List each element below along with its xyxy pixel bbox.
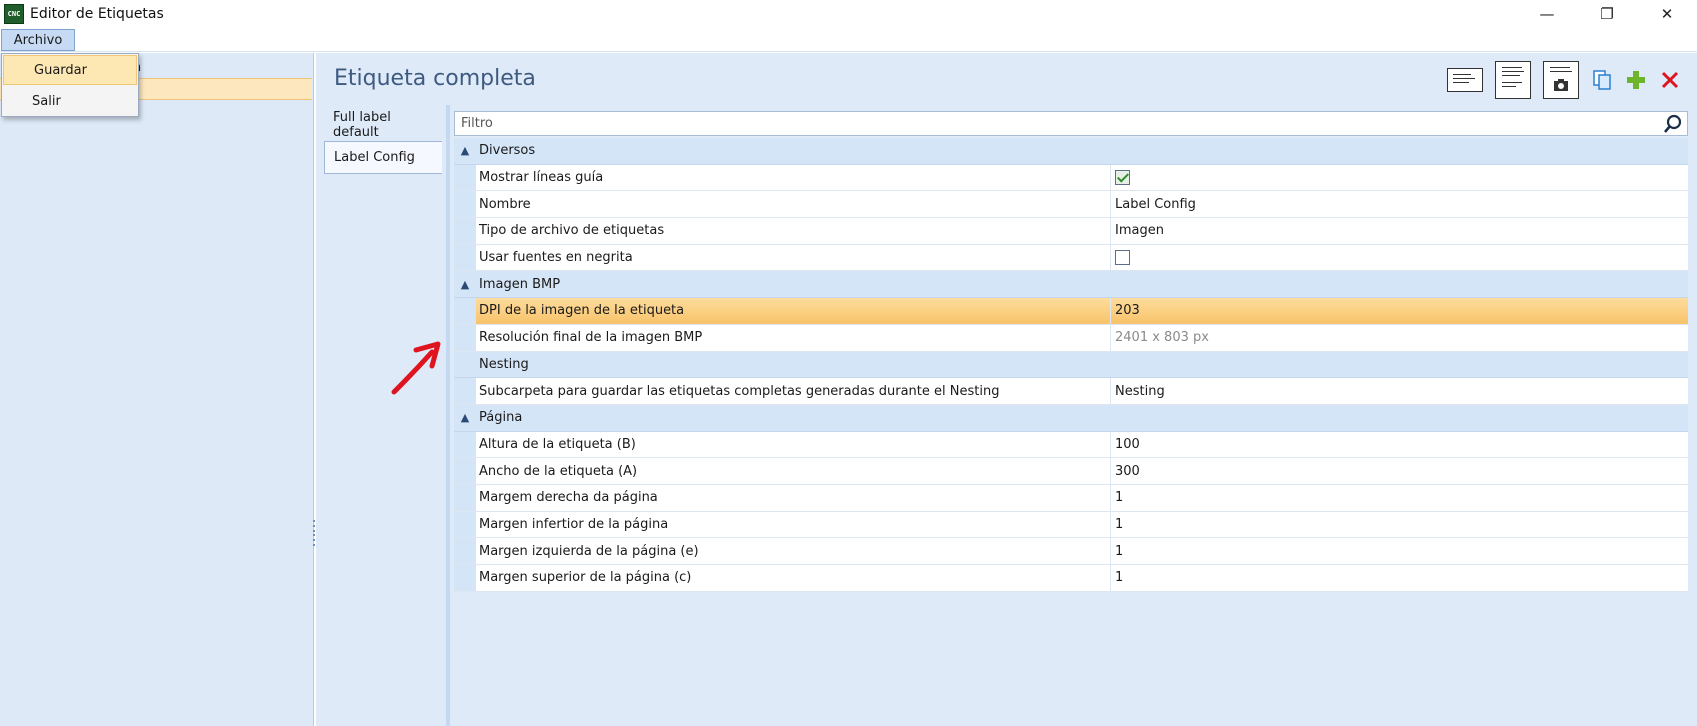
title-bar: CNC Editor de Etiquetas — ❐ ✕ bbox=[0, 0, 1697, 28]
collapse-caret-icon[interactable]: ▲ bbox=[454, 138, 476, 164]
label-image-icon bbox=[1543, 61, 1579, 99]
copy-icon bbox=[1593, 70, 1611, 90]
tab-full-label-default[interactable]: Full label default bbox=[324, 108, 440, 141]
usar-fuentes-negrita-checkbox[interactable] bbox=[1115, 250, 1130, 266]
collapse-caret-icon[interactable]: ▲ bbox=[454, 271, 476, 297]
property-value[interactable]: 1 bbox=[1111, 538, 1688, 564]
property-value[interactable]: 1 bbox=[1111, 565, 1688, 591]
property-grid: ▲ Diversos Mostrar líneas guía Nombre La… bbox=[454, 138, 1688, 592]
property-name: Subcarpeta para guardar las etiquetas co… bbox=[476, 378, 1111, 404]
property-name: Tipo de archivo de etiquetas bbox=[476, 218, 1111, 244]
content-header: Etiqueta completa bbox=[316, 53, 1697, 105]
property-name: Ancho de la etiqueta (A) bbox=[476, 458, 1111, 484]
property-row[interactable]: Ancho de la etiqueta (A) 300 bbox=[454, 458, 1688, 485]
search-icon[interactable] bbox=[1663, 114, 1683, 134]
property-name: Altura de la etiqueta (B) bbox=[476, 431, 1111, 458]
page-title: Etiqueta completa bbox=[334, 66, 536, 91]
property-row[interactable]: Usar fuentes en negrita bbox=[454, 244, 1688, 272]
maximize-button[interactable]: ❐ bbox=[1577, 0, 1637, 28]
annotation-arrow-icon bbox=[391, 341, 441, 395]
property-row[interactable]: Nombre Label Config bbox=[454, 191, 1688, 219]
property-row[interactable]: Margen izquierda de la página (e) 1 bbox=[454, 538, 1688, 565]
toolbar bbox=[1435, 61, 1681, 99]
delete-x-icon bbox=[1661, 71, 1679, 89]
window-controls: — ❐ ✕ bbox=[1517, 0, 1697, 28]
property-name: Margen superior de la página (c) bbox=[476, 565, 1111, 591]
property-value[interactable]: Imagen bbox=[1111, 218, 1688, 244]
label-landscape-icon bbox=[1447, 68, 1483, 92]
copy-button[interactable] bbox=[1591, 69, 1613, 91]
tab-list: Full label default Label Config bbox=[324, 105, 454, 726]
menu-bar: Archivo bbox=[0, 28, 1697, 52]
menu-archivo[interactable]: Archivo bbox=[1, 29, 75, 51]
category-imagen-bmp[interactable]: ▲ Imagen BMP bbox=[454, 271, 1688, 299]
app-icon: CNC bbox=[4, 4, 24, 24]
category-label: Nesting bbox=[479, 356, 529, 372]
property-value[interactable]: 100 bbox=[1111, 432, 1688, 458]
property-value-readonly: 2401 x 803 px bbox=[1115, 330, 1209, 346]
property-row[interactable]: Altura de la etiqueta (B) 100 bbox=[454, 431, 1688, 459]
label-landscape-button[interactable] bbox=[1447, 68, 1483, 92]
property-grid-area: Filtro ▲ Diversos Mostrar líneas guía No… bbox=[450, 105, 1697, 726]
property-row[interactable]: Tipo de archivo de etiquetas Imagen bbox=[454, 218, 1688, 245]
property-name: Margem derecha da página bbox=[476, 484, 1111, 511]
category-diversos[interactable]: ▲ Diversos bbox=[454, 138, 1688, 165]
tab-label-config[interactable]: Label Config bbox=[324, 141, 442, 174]
archivo-dropdown-menu: Guardar Salir bbox=[1, 53, 139, 117]
property-row[interactable]: Margen infertior de la página 1 bbox=[454, 511, 1688, 539]
label-portrait-icon bbox=[1495, 61, 1531, 99]
category-nesting[interactable]: Nesting bbox=[454, 351, 1688, 379]
property-name: DPI de la imagen de la etiqueta bbox=[476, 298, 1111, 324]
content-area: Etiqueta completa Full label default Lab… bbox=[316, 53, 1697, 726]
label-image-button[interactable] bbox=[1543, 61, 1579, 99]
delete-button[interactable] bbox=[1659, 69, 1681, 91]
filter-input[interactable]: Filtro bbox=[454, 111, 1688, 136]
property-row[interactable]: Subcarpeta para guardar las etiquetas co… bbox=[454, 378, 1688, 405]
property-row[interactable]: Margen superior de la página (c) 1 bbox=[454, 565, 1688, 592]
property-name: Margen izquierda de la página (e) bbox=[476, 538, 1111, 564]
mostrar-lineas-guia-checkbox[interactable] bbox=[1115, 170, 1130, 186]
collapse-caret-icon[interactable] bbox=[454, 352, 476, 378]
close-window-button[interactable]: ✕ bbox=[1637, 0, 1697, 28]
property-value[interactable]: Label Config bbox=[1111, 191, 1688, 217]
property-name: Nombre bbox=[476, 191, 1111, 218]
collapse-caret-icon[interactable]: ▲ bbox=[454, 405, 476, 431]
property-name: Usar fuentes en negrita bbox=[476, 244, 1111, 271]
filter-placeholder: Filtro bbox=[461, 116, 493, 131]
property-value[interactable]: 300 bbox=[1111, 458, 1688, 484]
menu-item-salir[interactable]: Salir bbox=[2, 86, 138, 116]
property-value[interactable]: 1 bbox=[1111, 485, 1688, 511]
menu-item-guardar[interactable]: Guardar bbox=[3, 55, 137, 85]
window-title: Editor de Etiquetas bbox=[30, 6, 164, 22]
category-label: Diversos bbox=[479, 143, 536, 159]
label-portrait-button[interactable] bbox=[1495, 61, 1531, 99]
property-name: Mostrar líneas guía bbox=[476, 164, 1111, 191]
plus-icon bbox=[1627, 71, 1645, 89]
minimize-button[interactable]: — bbox=[1517, 0, 1577, 28]
property-name: Resolución final de la imagen BMP bbox=[476, 324, 1111, 351]
property-name: Margen infertior de la página bbox=[476, 511, 1111, 538]
property-row[interactable]: Resolución final de la imagen BMP 2401 x… bbox=[454, 324, 1688, 352]
tree-panel: iqueta pleta bbox=[0, 53, 314, 726]
property-row-selected[interactable]: DPI de la imagen de la etiqueta 203 bbox=[454, 298, 1688, 325]
category-label: Página bbox=[479, 410, 523, 426]
property-value[interactable]: 203 bbox=[1111, 298, 1688, 324]
category-pagina[interactable]: ▲ Página bbox=[454, 404, 1688, 432]
add-button[interactable] bbox=[1625, 69, 1647, 91]
property-row[interactable]: Margem derecha da página 1 bbox=[454, 484, 1688, 512]
property-value[interactable]: Nesting bbox=[1111, 378, 1688, 404]
property-row[interactable]: Mostrar líneas guía bbox=[454, 164, 1688, 192]
property-value[interactable]: 1 bbox=[1111, 512, 1688, 538]
category-label: Imagen BMP bbox=[479, 276, 561, 292]
